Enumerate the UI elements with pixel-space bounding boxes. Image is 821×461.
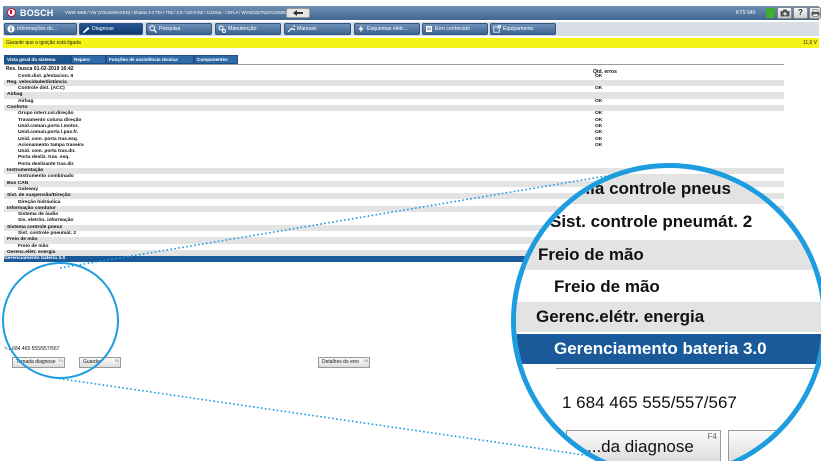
magnified-save-button [728, 430, 808, 461]
magnified-part-number: 1 684 465 555/557/567 [562, 393, 737, 412]
magnifier-callout: ...ia controle pneus Sist. controle pneum… [511, 163, 821, 461]
function-key: F4 [707, 432, 717, 441]
magnified-row: Gerenciamento bateria 3.0 [516, 334, 821, 364]
button-label: ...da diagnose [587, 437, 694, 456]
row-label: Freio de mão [538, 245, 644, 264]
magnified-row: Sist. controle pneumát. 2 [516, 207, 821, 237]
row-label: ...ia controle pneus [576, 179, 731, 198]
row-label: Gerenc.elétr. energia [536, 307, 705, 326]
magnified-diagnosis-socket-button: ...da diagnose F4 [566, 430, 721, 461]
row-label: Freio de mão [554, 277, 660, 296]
row-label: Sist. controle pneumát. 2 [550, 212, 753, 231]
magnified-row: ...ia controle pneus [516, 174, 821, 204]
magnified-row: Freio de mão [516, 240, 821, 270]
divider [556, 368, 821, 369]
magnified-row: Gerenc.elétr. energia [516, 302, 821, 332]
row-label: Gerenciamento bateria 3.0 [554, 339, 767, 358]
magnified-row: Freio de mão [516, 272, 821, 302]
